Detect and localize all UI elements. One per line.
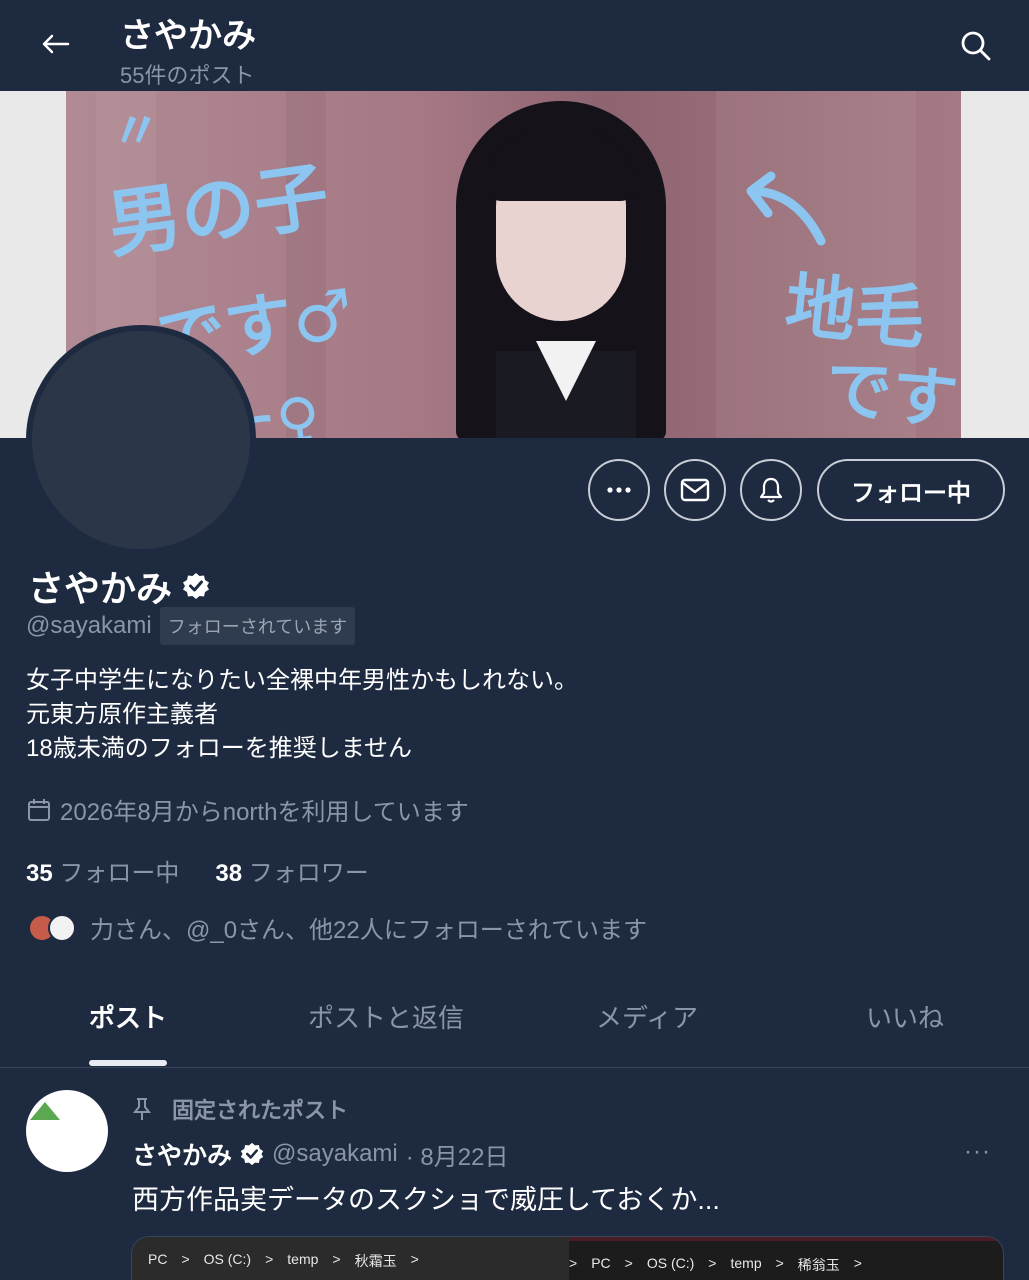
post-header: さやかみ @sayakami · 8月22日: [132, 1136, 508, 1172]
banner-person: [416, 91, 706, 438]
followers-label: フォロワー: [248, 860, 369, 887]
pin-icon: [132, 1098, 152, 1120]
path-segment: OS (C:): [203, 1251, 252, 1267]
post-more-button[interactable]: ···: [964, 1138, 991, 1166]
active-tab-indicator: [89, 1060, 167, 1066]
profile-name: さやかみ: [28, 568, 173, 609]
post-text: 西方作品実データのスクショで威圧しておくか...: [132, 1185, 720, 1215]
followed-by-avatars: [28, 913, 76, 942]
path-segment: PC: [591, 1255, 611, 1271]
post-media[interactable]: PC > OS (C:) > temp > 秋霜玉 > > PC > OS (C…: [131, 1236, 1004, 1280]
post-author-handle[interactable]: @sayakami: [272, 1140, 398, 1168]
followers-count-link[interactable]: 38 フォロワー: [215, 853, 368, 888]
followed-by-text: 力さん、@_0さん、他22人にフォローされています: [90, 917, 648, 944]
followed-by-row[interactable]: 力さん、@_0さん、他22人にフォローされています: [28, 910, 647, 945]
more-options-button[interactable]: [588, 459, 650, 521]
pinned-indicator: 固定されたポスト: [132, 1093, 348, 1125]
profile-avatar[interactable]: [26, 325, 256, 555]
more-icon: [607, 487, 631, 493]
path-separator: >: [853, 1255, 862, 1271]
header-title: さやかみ: [120, 17, 256, 55]
bio-line: 18歳未満のフォローを推奨しません: [26, 735, 412, 762]
bio-line: 元東方原作主義者: [26, 701, 218, 728]
handle-row: @sayakami フォローされています: [26, 607, 356, 645]
post-avatar[interactable]: [26, 1090, 108, 1172]
profile-tabs: ポスト ポストと返信 メディア いいね: [0, 980, 1029, 1068]
path-segment: PC: [148, 1251, 168, 1267]
following-count-link[interactable]: 35 フォロー中: [26, 853, 179, 888]
following-count: 35: [26, 860, 53, 887]
post-date[interactable]: · 8月22日: [406, 1137, 509, 1172]
path-separator: >: [569, 1255, 578, 1271]
follow-counts: 35 フォロー中 38 フォロワー: [26, 853, 369, 888]
following-button[interactable]: フォロー中: [817, 459, 1005, 521]
path-separator: >: [265, 1251, 274, 1267]
path-separator: >: [181, 1251, 190, 1267]
profile-name-row: さやかみ: [28, 560, 210, 612]
search-icon[interactable]: [958, 28, 994, 64]
profile-bio: 女子中学生になりたい全裸中年男性かもしれない。 元東方原作主義者 18歳未満のフ…: [26, 664, 578, 766]
path-segment: temp: [730, 1255, 762, 1271]
following-label: フォロー中: [59, 860, 180, 887]
path-separator: >: [410, 1251, 419, 1267]
banner-quote-mark: 〃: [111, 102, 161, 160]
pinned-label: 固定されたポスト: [172, 1098, 349, 1123]
profile-handle: @sayakami: [26, 612, 152, 639]
banner-arrow-icon: [746, 171, 826, 246]
joined-date: 2026年8月からnorthを利用しています: [60, 799, 469, 826]
followers-count: 38: [215, 860, 243, 887]
path-segment: OS (C:): [646, 1255, 695, 1271]
verified-badge-icon: [183, 573, 210, 599]
verified-badge-icon: [240, 1142, 264, 1166]
avatar: [48, 913, 76, 942]
path-segment: temp: [287, 1251, 319, 1267]
banner-text-right-2: です: [821, 349, 961, 438]
post-author-name[interactable]: さやかみ: [132, 1136, 232, 1172]
tab-likes[interactable]: いいね: [866, 998, 944, 1035]
message-button[interactable]: [664, 459, 726, 521]
tab-replies[interactable]: ポストと返信: [308, 998, 464, 1035]
bell-icon: [759, 477, 783, 503]
tab-media[interactable]: メディア: [596, 998, 698, 1035]
header-post-count: 55件のポスト: [120, 63, 255, 88]
path-separator: >: [775, 1255, 784, 1271]
back-arrow-icon[interactable]: [38, 26, 74, 62]
notifications-button[interactable]: [740, 459, 802, 521]
path-segment: 秋霜玉: [354, 1253, 397, 1269]
path-segment: 稀翁玉: [797, 1257, 840, 1273]
path-separator: >: [708, 1255, 717, 1271]
bio-line: 女子中学生になりたい全裸中年男性かもしれない。: [26, 667, 578, 694]
path-separator: >: [624, 1255, 633, 1271]
tab-posts[interactable]: ポスト: [89, 998, 167, 1035]
path-separator: >: [332, 1251, 341, 1267]
media-image-right: > PC > OS (C:) > temp > 稀翁玉 >: [569, 1237, 1003, 1280]
mail-icon: [680, 478, 710, 502]
top-bar: さやかみ 55件のポスト: [0, 0, 1029, 90]
joined-date-row: 2026年8月からnorthを利用しています: [26, 792, 469, 827]
follows-you-badge: フォローされています: [159, 607, 356, 645]
media-image-left: PC > OS (C:) > temp > 秋霜玉 >: [132, 1237, 570, 1280]
calendar-icon: [28, 798, 50, 821]
